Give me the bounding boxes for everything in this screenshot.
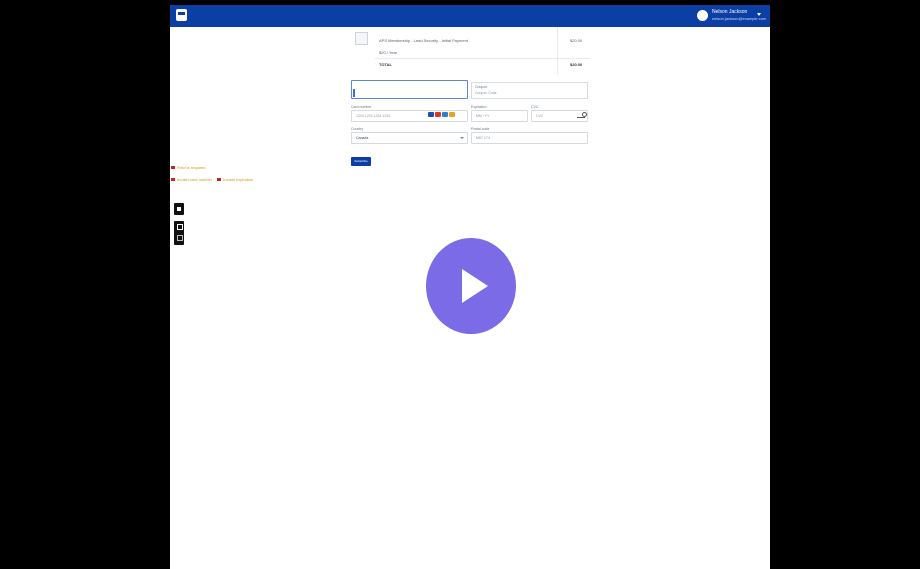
amex-icon: [442, 112, 448, 117]
expiry-placeholder: MM / YY: [476, 114, 490, 118]
video-stage: Nelson Jackson nelson.jackson@example.co…: [0, 0, 920, 569]
name-input[interactable]: [351, 80, 468, 99]
error-icon: [171, 166, 175, 170]
validation-error: Invalid card number Invalid expiration: [171, 177, 253, 182]
expiry-input[interactable]: MM / YY: [471, 110, 528, 122]
error-icon: [217, 178, 222, 182]
order-total-price: $20.00: [570, 62, 583, 67]
top-navigation-bar: Nelson Jackson nelson.jackson@example.co…: [170, 5, 770, 27]
visa-icon: [428, 112, 434, 117]
error-icon: [171, 178, 175, 182]
letterbox-left: [0, 0, 170, 569]
cvc-placeholder: CVC: [536, 114, 544, 118]
order-item-price: $20.00: [570, 38, 583, 43]
letterbox-right: [770, 0, 920, 569]
user-email: nelson.jackson@example.com: [712, 16, 767, 21]
app-logo-icon[interactable]: [176, 9, 187, 21]
error-text: Field is required: [177, 165, 206, 170]
card-brands: [428, 112, 462, 118]
text-cursor: [353, 89, 355, 97]
coupon-input[interactable]: Coupon Coupon Code: [471, 82, 588, 99]
chevron-down-icon[interactable]: [757, 13, 761, 16]
play-button[interactable]: [426, 238, 516, 334]
check-icon[interactable]: [177, 224, 183, 230]
product-thumbnail: [355, 32, 368, 45]
play-icon: [462, 269, 488, 303]
country-label: Country: [351, 127, 364, 131]
country-select[interactable]: Canada: [351, 132, 468, 144]
coupon-label: Coupon: [475, 85, 488, 89]
stop-icon: [177, 207, 181, 211]
discover-icon: [449, 112, 455, 117]
chevron-down-icon: [460, 137, 464, 139]
square-icon[interactable]: [177, 235, 183, 241]
subscribe-button[interactable]: Subscribe: [351, 157, 371, 166]
error-text: Invalid expiration: [223, 177, 254, 182]
error-text: Invalid card number: [177, 177, 213, 182]
annotation-toolbar[interactable]: [174, 221, 184, 245]
record-tool-button[interactable]: [174, 203, 184, 215]
user-avatar[interactable]: [697, 10, 708, 21]
postal-code-placeholder: M5T 1T4: [476, 136, 490, 140]
order-divider: [375, 58, 590, 59]
card-number-placeholder: 1234 1234 1234 1234: [356, 114, 391, 118]
card-number-label: Card number: [351, 105, 372, 109]
cvc-card-icon: [577, 112, 587, 118]
postal-code-label: Postal code: [471, 127, 490, 131]
coupon-value: Coupon Code: [475, 91, 497, 95]
mastercard-icon: [435, 112, 441, 117]
order-divider: [557, 27, 558, 75]
expiry-label: Expiration: [471, 105, 487, 109]
country-value: Canada: [356, 136, 369, 140]
order-item-label: APS Membership - Lead Security - Initial…: [379, 38, 468, 43]
order-total-label: TOTAL: [379, 62, 392, 67]
postal-code-input[interactable]: M5T 1T4: [471, 132, 588, 144]
validation-error: Field is required: [171, 165, 205, 170]
cvc-label: CVC: [531, 105, 539, 109]
order-item-recurrence: $20 / Year: [379, 50, 398, 55]
user-name: Nelson Jackson: [712, 9, 748, 15]
